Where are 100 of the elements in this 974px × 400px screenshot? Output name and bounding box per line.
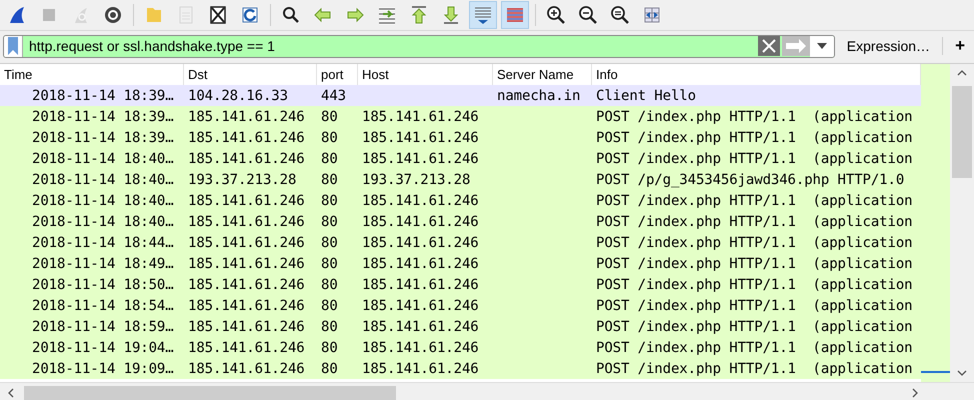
table-cell: 185.141.61.246 <box>188 234 305 250</box>
packet-row[interactable]: 2018-11-14 18:54… 185.141.61.246 80 185.141.61.246 POST /index.php HTTP/1.1 (application <box>0 295 921 316</box>
table-cell: 80 <box>321 256 338 272</box>
table-cell: 185.141.61.246 <box>362 150 479 166</box>
table-cell: 185.141.61.246 <box>362 130 479 146</box>
table-cell: 185.141.61.246 <box>362 256 479 272</box>
resize-columns-icon <box>642 5 662 25</box>
table-cell: 185.141.61.246 <box>188 360 305 376</box>
table-cell: Client Hello <box>596 88 696 104</box>
packet-row[interactable]: 2018-11-14 18:50… 185.141.61.246 80 185.141.61.246 POST /index.php HTTP/1.1 (application <box>0 274 921 295</box>
packet-row[interactable]: 2018-11-14 18:59… 185.141.61.246 80 185.141.61.246 POST /index.php HTTP/1.1 (application <box>0 316 921 337</box>
table-cell: 185.141.61.246 <box>362 192 479 208</box>
display-filter-field[interactable]: http.request or ssl.handshake.type == 1 <box>3 34 835 58</box>
caret-icon <box>816 43 827 49</box>
folder-icon <box>144 5 164 25</box>
clear-button[interactable] <box>758 36 780 56</box>
zoom-out-icon <box>578 5 598 25</box>
scroll-thumb[interactable] <box>24 386 396 400</box>
toolbar-button[interactable] <box>501 1 529 29</box>
packet-row[interactable]: 2018-11-14 19:04… 185.141.61.246 80 185.141.61.246 POST /index.php HTTP/1.1 (application <box>0 337 921 358</box>
right-caret-icon[interactable] <box>912 388 918 398</box>
zoom-in-icon <box>546 5 566 25</box>
table-cell: 193.37.213.28 <box>362 172 470 188</box>
gear-icon <box>103 5 123 25</box>
packet-row[interactable]: 2018-11-14 18:40… 193.37.213.28 80 193.37.213.28 POST /p/g_3453456jawd346.php HTTP/1.0 <box>0 169 921 190</box>
up-caret-icon[interactable] <box>957 70 967 76</box>
right-arrow-icon <box>784 39 807 53</box>
table-cell: 2018-11-14 18:49… <box>32 256 174 272</box>
packet-row[interactable]: 2018-11-14 18:44… 185.141.61.246 80 185.141.61.246 POST /index.php HTTP/1.1 (application <box>0 232 921 253</box>
table-cell: 185.141.61.246 <box>188 150 305 166</box>
table-cell: POST /p/g_3453456jawd346.php HTTP/1.0 <box>596 172 904 188</box>
auto-scroll-icon <box>473 5 493 25</box>
search-icon <box>281 5 301 25</box>
table-cell: 2018-11-14 18:40… <box>32 192 174 208</box>
add-button[interactable]: + <box>949 34 971 58</box>
table-cell: 80 <box>321 108 338 124</box>
down-arrow-icon <box>441 5 461 25</box>
table-cell: POST /index.php HTTP/1.1 (application <box>596 298 912 314</box>
table-cell: 185.141.61.246 <box>188 130 305 146</box>
table-cell: POST /index.php HTTP/1.1 (application <box>596 192 912 208</box>
left-caret-icon[interactable] <box>8 388 14 398</box>
table-cell: 185.141.61.246 <box>362 318 479 334</box>
scroll-thumb[interactable] <box>952 86 972 178</box>
zoom-reset-icon <box>610 5 630 25</box>
table-cell: 2018-11-14 18:54… <box>32 298 174 314</box>
table-cell: 185.141.61.246 <box>362 360 479 376</box>
down-caret-icon[interactable] <box>957 370 967 376</box>
packet-row[interactable]: 2018-11-14 19:09… 185.141.61.246 80 185.141.61.246 POST /index.php HTTP/1.1 (application <box>0 358 921 379</box>
table-cell: 185.141.61.246 <box>188 318 305 334</box>
table-cell: 80 <box>321 360 338 376</box>
table-cell: 2018-11-14 18:44… <box>32 234 174 250</box>
history-dropdown[interactable] <box>810 36 834 56</box>
left-arrow-icon <box>313 5 333 25</box>
table-cell: 185.141.61.246 <box>188 192 305 208</box>
table-cell: POST /index.php HTTP/1.1 (application <box>596 234 912 250</box>
table-cell: 80 <box>321 130 338 146</box>
table-cell: 2018-11-14 19:04… <box>32 340 174 356</box>
table-cell: 185.141.61.246 <box>362 276 479 292</box>
table-cell: 80 <box>321 298 338 314</box>
close-icon <box>760 38 777 54</box>
table-cell: 80 <box>321 276 338 292</box>
expression-button[interactable]: Expression… <box>840 36 936 56</box>
packet-row[interactable]: 2018-11-14 18:40… 185.141.61.246 80 185.141.61.246 POST /index.php HTTP/1.1 (application <box>0 211 921 232</box>
table-cell: 193.37.213.28 <box>188 172 296 188</box>
up-arrow-icon <box>409 5 429 25</box>
table-cell: 2018-11-14 18:39… <box>32 108 174 124</box>
table-cell: 185.141.61.246 <box>188 108 305 124</box>
right-arrow-icon <box>345 5 365 25</box>
table-cell: POST /index.php HTTP/1.1 (application <box>596 318 912 334</box>
filter-input[interactable]: http.request or ssl.handshake.type == 1 <box>23 38 758 54</box>
packet-row[interactable]: 2018-11-14 18:39… 185.141.61.246 80 185.141.61.246 POST /index.php HTTP/1.1 (application <box>0 106 921 127</box>
table-cell: 185.141.61.246 <box>188 340 305 356</box>
horizontal-scrollbar[interactable] <box>0 382 974 400</box>
packet-row[interactable]: 2018-11-14 18:49… 185.141.61.246 80 185.141.61.246 POST /index.php HTTP/1.1 (application <box>0 253 921 274</box>
vertical-scrollbar[interactable] <box>950 64 974 382</box>
table-cell: POST /index.php HTTP/1.1 (application <box>596 340 912 356</box>
table-cell: POST /index.php HTTP/1.1 (application <box>596 360 912 376</box>
table-cell: 2018-11-14 18:39… <box>32 88 174 104</box>
shark-fin-icon <box>7 5 27 25</box>
table-cell: 185.141.61.246 <box>362 108 479 124</box>
table-cell: namecha.in <box>497 88 580 104</box>
table-cell: POST /index.php HTTP/1.1 (application <box>596 150 912 166</box>
packet-row[interactable]: 2018-11-14 18:39… 104.28.16.33 443 namecha.in Client Hello <box>0 85 921 106</box>
table-cell: POST /index.php HTTP/1.1 (application <box>596 256 912 272</box>
table-cell: 80 <box>321 214 338 230</box>
table-cell: 185.141.61.246 <box>188 276 305 292</box>
table-cell: POST /index.php HTTP/1.1 (application <box>596 108 912 124</box>
table-cell: 185.141.61.246 <box>362 234 479 250</box>
table-cell: 2018-11-14 18:40… <box>32 172 174 188</box>
packet-row[interactable]: 2018-11-14 18:39… 185.141.61.246 80 185.141.61.246 POST /index.php HTTP/1.1 (application <box>0 127 921 148</box>
reload-icon <box>240 5 260 25</box>
packet-row[interactable]: 2018-11-14 18:40… 185.141.61.246 80 185.141.61.246 POST /index.php HTTP/1.1 (application <box>0 148 921 169</box>
table-cell: 2018-11-14 18:59… <box>32 318 174 334</box>
packet-row[interactable]: 2018-11-14 18:40… 185.141.61.246 80 185.141.61.246 POST /index.php HTTP/1.1 (application <box>0 190 921 211</box>
table-cell: 185.141.61.246 <box>362 340 479 356</box>
close-file-icon <box>208 5 228 25</box>
table-cell: 2018-11-14 19:09… <box>32 360 174 376</box>
table-cell: 80 <box>321 340 338 356</box>
bookmark-icon[interactable] <box>8 37 18 55</box>
table-cell: 2018-11-14 18:39… <box>32 130 174 146</box>
